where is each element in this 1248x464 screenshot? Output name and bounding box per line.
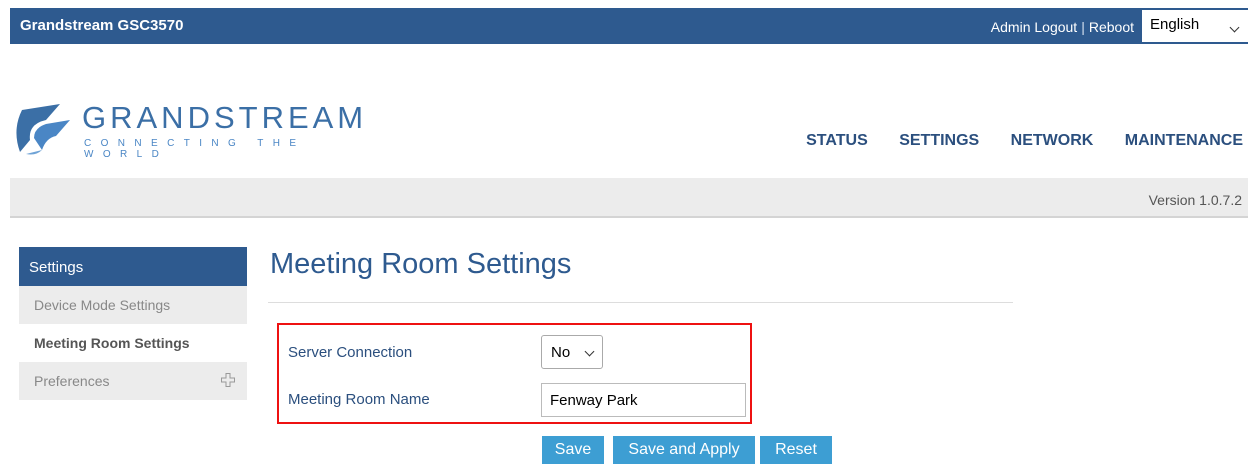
nav-status[interactable]: STATUS: [806, 132, 868, 149]
top-links: Admin Logout | Reboot: [991, 19, 1134, 35]
save-and-apply-button[interactable]: Save and Apply: [613, 436, 755, 464]
main-nav: STATUS SETTINGS NETWORK MAINTENANCE: [779, 132, 1243, 150]
sidebar-item-meeting-room-settings[interactable]: Meeting Room Settings: [19, 324, 247, 362]
server-connection-label: Server Connection: [288, 344, 413, 361]
nav-maintenance[interactable]: MAINTENANCE: [1125, 132, 1243, 149]
grandstream-logo: GRANDSTREAM CONNECTING THE WORLD: [16, 96, 396, 162]
app-title: Grandstream GSC3570: [20, 17, 184, 34]
chevron-down-icon: [584, 346, 595, 357]
logo-brand-text: GRANDSTREAM: [82, 100, 368, 135]
expand-plus-icon[interactable]: [221, 373, 235, 387]
meeting-room-name-input[interactable]: [541, 383, 746, 417]
server-connection-value: No: [551, 344, 571, 361]
nav-network[interactable]: NETWORK: [1011, 132, 1094, 149]
reboot-link[interactable]: Reboot: [1089, 19, 1134, 35]
server-connection-select[interactable]: No: [541, 335, 603, 369]
save-button[interactable]: Save: [542, 436, 604, 464]
sidebar-header[interactable]: Settings: [19, 247, 247, 286]
nav-settings[interactable]: SETTINGS: [899, 132, 979, 149]
title-divider: [268, 302, 1013, 303]
link-separator: |: [1081, 19, 1085, 35]
logo-tagline: CONNECTING THE WORLD: [84, 138, 306, 160]
meeting-room-name-label: Meeting Room Name: [288, 391, 430, 408]
sidebar-item-label: Meeting Room Settings: [34, 335, 190, 351]
top-bar: Grandstream GSC3570 Admin Logout | Reboot …: [10, 8, 1248, 44]
admin-logout-link[interactable]: Admin Logout: [991, 19, 1077, 35]
chevron-down-icon: [1229, 22, 1240, 33]
sidebar-item-preferences[interactable]: Preferences: [19, 362, 247, 400]
logo-mark-icon: [16, 104, 70, 155]
reset-button[interactable]: Reset: [760, 436, 832, 464]
page-title: Meeting Room Settings: [270, 248, 572, 280]
sidebar-item-label: Preferences: [34, 373, 110, 389]
version-bar: Version 1.0.7.2: [10, 178, 1248, 218]
language-value: English: [1150, 16, 1200, 33]
version-text: Version 1.0.7.2: [1148, 192, 1242, 208]
language-select[interactable]: English: [1142, 10, 1248, 42]
sidebar-item-label: Device Mode Settings: [34, 297, 171, 313]
sidebar: Settings Device Mode Settings Meeting Ro…: [19, 247, 247, 400]
sidebar-item-device-mode-settings[interactable]: Device Mode Settings: [19, 286, 247, 324]
